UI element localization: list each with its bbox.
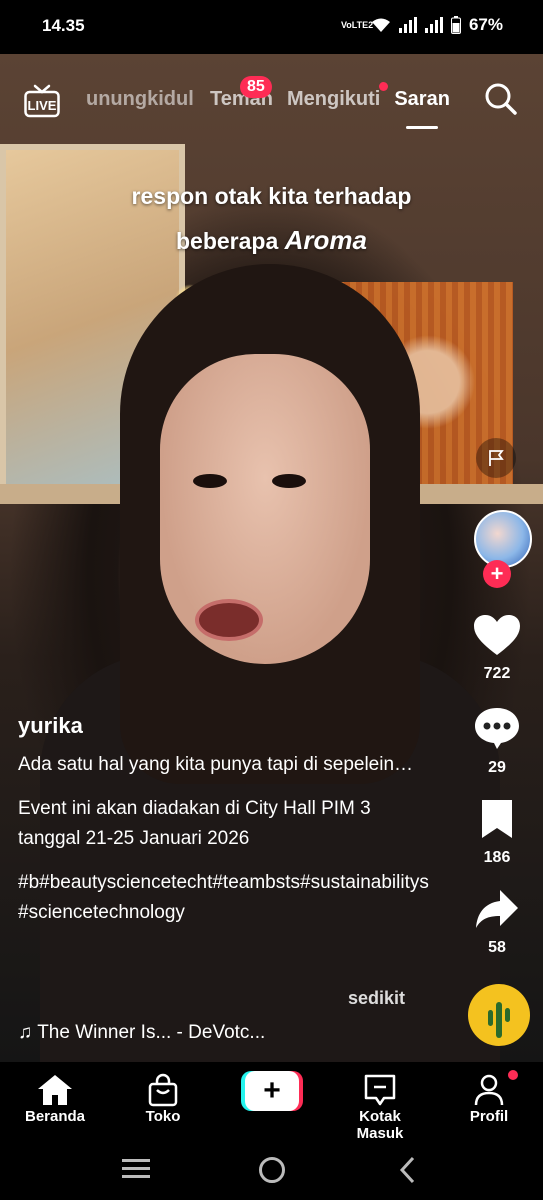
description-line: Event ini akan diadakan di City Hall PIM… <box>18 798 371 849</box>
comment-button[interactable]: 29 <box>466 706 528 777</box>
home-icon <box>38 1075 72 1105</box>
nav-inbox[interactable]: Kotak Masuk <box>335 1072 425 1142</box>
nav-home[interactable]: Beranda <box>10 1072 100 1125</box>
tab-label: unungkidul <box>86 88 194 110</box>
system-navigation-bar <box>0 1138 543 1200</box>
status-bar: 14.35 VoLTE2 67% <box>0 0 543 54</box>
profile-icon <box>474 1074 504 1106</box>
share-button[interactable]: 58 <box>466 888 528 957</box>
tab-location[interactable]: unungkidul <box>86 88 196 111</box>
creator-avatar[interactable] <box>474 510 532 568</box>
tab-label: Saran <box>394 88 450 110</box>
live-tv-icon: LIVE <box>24 84 60 118</box>
tab-friends[interactable]: Teman 85 <box>210 76 273 111</box>
search-icon <box>485 83 517 115</box>
tab-label: Mengikuti <box>286 88 381 110</box>
like-count: 722 <box>483 665 511 682</box>
creator-username[interactable]: yurika <box>18 713 83 739</box>
post-hashtags[interactable]: #b#beautysciencetecht#teambsts#sustainab… <box>18 868 438 928</box>
shopping-bag-icon <box>148 1073 178 1107</box>
post-description: Ada satu hal yang kita punya tapi di sep… <box>18 750 438 942</box>
nav-shop-label: Toko <box>145 1108 181 1125</box>
video-subject-face <box>160 354 370 664</box>
status-time: 14.35 <box>42 16 85 35</box>
battery-icon <box>450 16 461 34</box>
nav-profile[interactable]: Profil <box>444 1072 534 1125</box>
collapse-description-button[interactable]: sedikit <box>348 988 405 1009</box>
music-label[interactable]: ♫ The Winner Is... - DeVotc... <box>18 1022 265 1044</box>
video-subject-eye <box>193 474 227 488</box>
bookmark-button[interactable]: 186 <box>466 798 528 867</box>
flag-icon <box>489 450 504 466</box>
top-navigation: LIVE unungkidul Teman 85 Mengikuti Saran <box>0 74 543 134</box>
music-title: The Winner Is... - DeVotc... <box>37 1022 266 1043</box>
caption-line-1: respon otak kita terhadap <box>131 183 412 209</box>
nav-profile-label: Profil <box>469 1108 509 1125</box>
create-button[interactable]: + <box>241 1071 303 1111</box>
battery-level: 67% <box>468 15 503 34</box>
live-button[interactable]: LIVE <box>24 84 60 118</box>
video-caption-overlay: respon otak kita terhadap beberapa Aroma <box>0 174 543 263</box>
status-icons: VoLTE2 67% <box>341 15 503 35</box>
wifi-icon <box>371 18 390 32</box>
caption-prefix: beberapa <box>175 228 285 254</box>
description-line: Ada satu hal yang kita punya tapi di sep… <box>18 754 414 775</box>
feed-tabs: unungkidul Teman 85 Mengikuti Saran <box>86 76 450 129</box>
recent-apps-icon[interactable] <box>122 1158 150 1180</box>
live-label: LIVE <box>28 98 57 113</box>
nav-inbox-label: Kotak Masuk <box>356 1108 404 1142</box>
share-count: 58 <box>488 939 506 956</box>
profile-notification-dot <box>508 1070 518 1080</box>
back-icon[interactable] <box>398 1156 416 1184</box>
bookmark-count: 186 <box>483 849 511 866</box>
video-subject-mouth <box>195 599 263 641</box>
tab-for-you[interactable]: Saran <box>394 88 450 129</box>
following-notification-dot <box>379 82 389 91</box>
signal-2-icon <box>424 17 443 33</box>
plus-icon: + <box>245 1071 299 1111</box>
follow-button[interactable]: + <box>483 560 511 588</box>
caption-emphasis: Aroma <box>284 225 367 255</box>
music-note-icon: ♫ <box>18 1022 33 1043</box>
friends-count-badge: 85 <box>240 76 272 98</box>
home-circle-icon[interactable] <box>258 1156 286 1184</box>
music-cover-icon <box>488 1002 510 1038</box>
share-arrow-icon <box>476 890 518 928</box>
signal-icon <box>398 17 417 33</box>
video-subject-eye <box>272 474 306 488</box>
nav-home-label: Beranda <box>24 1108 86 1125</box>
tab-following[interactable]: Mengikuti <box>286 82 389 111</box>
music-disc[interactable] <box>468 984 530 1046</box>
caption-line-2: beberapa Aroma <box>0 218 543 263</box>
comment-icon <box>475 708 519 749</box>
search-button[interactable] <box>484 82 518 116</box>
comment-count: 29 <box>488 759 506 776</box>
volte-icon: VoLTE2 <box>340 19 374 30</box>
bookmark-icon <box>482 800 512 838</box>
inbox-icon <box>364 1074 396 1106</box>
heart-icon <box>474 615 520 655</box>
report-button[interactable] <box>476 438 516 478</box>
bottom-navigation: Beranda Toko + Kotak Masuk Profil <box>0 1062 543 1142</box>
like-button[interactable]: 722 <box>466 614 528 683</box>
nav-shop[interactable]: Toko <box>118 1072 208 1125</box>
